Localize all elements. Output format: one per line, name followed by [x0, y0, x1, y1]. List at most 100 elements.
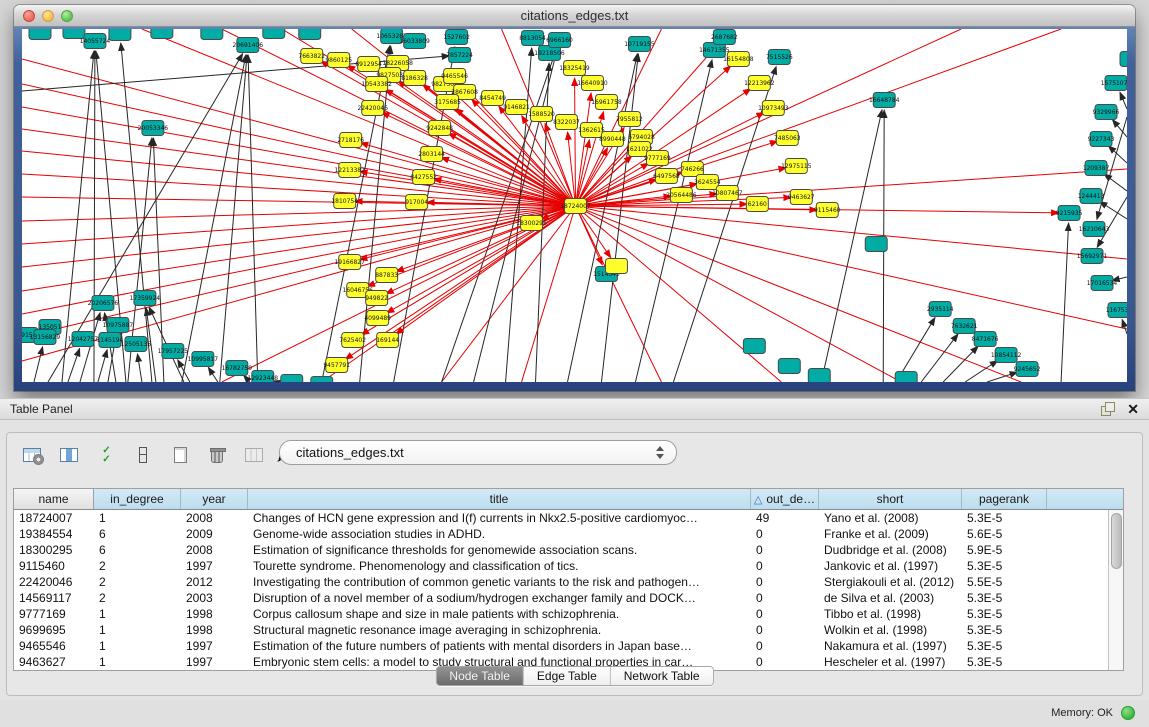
- network-node[interactable]: 9242848: [426, 121, 453, 136]
- table-row[interactable]: 946554611997Estimation of the future num…: [14, 638, 1123, 654]
- cell-in_degree[interactable]: 2: [94, 574, 181, 590]
- network-node[interactable]: 1527602: [443, 30, 470, 45]
- citation-edge-red[interactable]: [575, 206, 1021, 382]
- cell-short[interactable]: Tibbo et al. (1998): [819, 606, 962, 622]
- network-node[interactable]: 7625402: [339, 333, 366, 348]
- network-node[interactable]: 13156829: [30, 330, 61, 345]
- network-node[interactable]: 9777169: [644, 151, 671, 166]
- tab-edge-table[interactable]: Edge Table: [524, 667, 611, 685]
- network-node[interactable]: 19166827: [334, 255, 365, 270]
- cell-out_de[interactable]: 0: [751, 622, 819, 638]
- network-node[interactable]: [743, 339, 765, 354]
- column-header-out_de[interactable]: △out_de…: [751, 489, 819, 509]
- network-node[interactable]: 10973493: [758, 101, 789, 116]
- cell-title[interactable]: Genome-wide association studies in ADHD.: [248, 526, 751, 542]
- cell-year[interactable]: 2008: [181, 510, 248, 526]
- close-panel-icon[interactable]: ✕: [1127, 402, 1139, 416]
- citation-edge-black[interactable]: [34, 347, 43, 382]
- network-node[interactable]: [808, 369, 830, 383]
- cell-name[interactable]: 18724007: [14, 510, 94, 526]
- network-node[interactable]: 9245652: [1014, 362, 1041, 377]
- minimize-window-button[interactable]: [42, 10, 54, 22]
- network-node[interactable]: 10543382: [361, 77, 392, 92]
- network-node[interactable]: 6966160: [546, 33, 573, 48]
- cell-short[interactable]: Stergiakouli et al. (2012): [819, 574, 962, 590]
- network-node[interactable]: 7485063: [774, 131, 801, 146]
- cell-pagerank[interactable]: 5.6E-5: [962, 526, 1047, 542]
- network-node[interactable]: 16782759: [222, 361, 253, 376]
- network-node[interactable]: 3175685: [434, 95, 461, 110]
- cell-short[interactable]: Jankovic et al. (1997): [819, 558, 962, 574]
- cell-name[interactable]: 9777169: [14, 606, 94, 622]
- network-node[interactable]: 7663822: [298, 49, 325, 64]
- network-node[interactable]: 1244413: [1078, 189, 1105, 204]
- cell-name[interactable]: 18300295: [14, 542, 94, 558]
- cell-short[interactable]: Hescheler et al. (1997): [819, 654, 962, 670]
- network-node[interactable]: [109, 29, 131, 41]
- network-node[interactable]: [201, 29, 223, 40]
- cell-name[interactable]: 19384554: [14, 526, 94, 542]
- network-node[interactable]: 887833: [375, 268, 398, 283]
- citation-edge-red[interactable]: [359, 206, 575, 260]
- network-node[interactable]: [778, 359, 800, 374]
- network-node[interactable]: 917004: [405, 195, 428, 210]
- network-node[interactable]: 9115460: [814, 203, 841, 218]
- network-node[interactable]: 4099489: [364, 311, 391, 326]
- network-node[interactable]: [311, 377, 333, 383]
- citation-edge-red[interactable]: [442, 206, 576, 382]
- cell-short[interactable]: de Silva et al. (2003): [819, 590, 962, 606]
- memory-status-indicator[interactable]: [1121, 706, 1135, 720]
- network-node[interactable]: 1145194: [97, 333, 124, 348]
- network-node[interactable]: 12213962: [744, 76, 775, 91]
- network-node[interactable]: 12923448: [248, 371, 279, 383]
- citation-edge-black[interactable]: [635, 60, 712, 382]
- cell-out_de[interactable]: 0: [751, 526, 819, 542]
- network-node[interactable]: 20053346: [138, 121, 169, 136]
- citation-edge-black[interactable]: [1122, 319, 1127, 334]
- network-node[interactable]: 169144: [376, 333, 399, 348]
- network-node[interactable]: 17957225: [158, 344, 189, 359]
- cell-name[interactable]: 9465546: [14, 638, 94, 654]
- network-node[interactable]: 15751074: [1101, 76, 1127, 91]
- column-header-in_degree[interactable]: in_degree: [94, 489, 181, 509]
- table-row[interactable]: 911546021997Tourette syndrome. Phenomeno…: [14, 558, 1123, 574]
- network-node[interactable]: [263, 29, 285, 39]
- cell-year[interactable]: 1997: [181, 558, 248, 574]
- cell-pagerank[interactable]: 5.3E-5: [962, 590, 1047, 606]
- cell-pagerank[interactable]: 5.5E-5: [962, 574, 1047, 590]
- network-node[interactable]: 18300295: [516, 216, 547, 231]
- cell-year[interactable]: 2008: [181, 542, 248, 558]
- network-node[interactable]: 10854112: [991, 348, 1022, 363]
- citation-edge-red[interactable]: [386, 206, 576, 294]
- network-node[interactable]: 16154808: [723, 52, 754, 67]
- new-file-button[interactable]: [167, 442, 193, 468]
- cell-pagerank[interactable]: 5.3E-5: [962, 654, 1047, 670]
- tab-network-table[interactable]: Network Table: [611, 667, 713, 685]
- column-header-title[interactable]: title: [248, 489, 751, 509]
- cell-pagerank[interactable]: 5.3E-5: [962, 622, 1047, 638]
- cell-out_de[interactable]: 0: [751, 574, 819, 590]
- network-node[interactable]: 1588520: [528, 107, 555, 122]
- cell-year[interactable]: 1998: [181, 622, 248, 638]
- table-selector-dropdown[interactable]: citations_edges.txt: [279, 440, 677, 465]
- close-window-button[interactable]: [23, 10, 35, 22]
- citation-edge-black[interactable]: [921, 334, 958, 382]
- cell-year[interactable]: 1997: [181, 638, 248, 654]
- network-node[interactable]: 8912954: [355, 57, 382, 72]
- network-node[interactable]: 9860125: [325, 53, 352, 68]
- cell-out_de[interactable]: 0: [751, 590, 819, 606]
- network-node[interactable]: 12505135: [121, 337, 152, 352]
- float-panel-icon[interactable]: [1101, 402, 1115, 416]
- network-node[interactable]: 2718176: [337, 133, 364, 148]
- network-node[interactable]: 9457791: [323, 358, 350, 373]
- network-node[interactable]: 7955812: [616, 112, 643, 127]
- network-node[interactable]: [605, 259, 627, 274]
- citation-edge-black[interactable]: [1112, 120, 1127, 137]
- citation-edge-black[interactable]: [1120, 92, 1127, 109]
- network-node[interactable]: 22420046: [357, 101, 388, 116]
- network-node[interactable]: 1167534: [1106, 303, 1127, 318]
- network-node[interactable]: 12042757: [68, 332, 99, 347]
- cell-in_degree[interactable]: 6: [94, 542, 181, 558]
- cell-title[interactable]: Corpus callosum shape and size in male p…: [248, 606, 751, 622]
- network-node[interactable]: 8186328: [401, 71, 428, 86]
